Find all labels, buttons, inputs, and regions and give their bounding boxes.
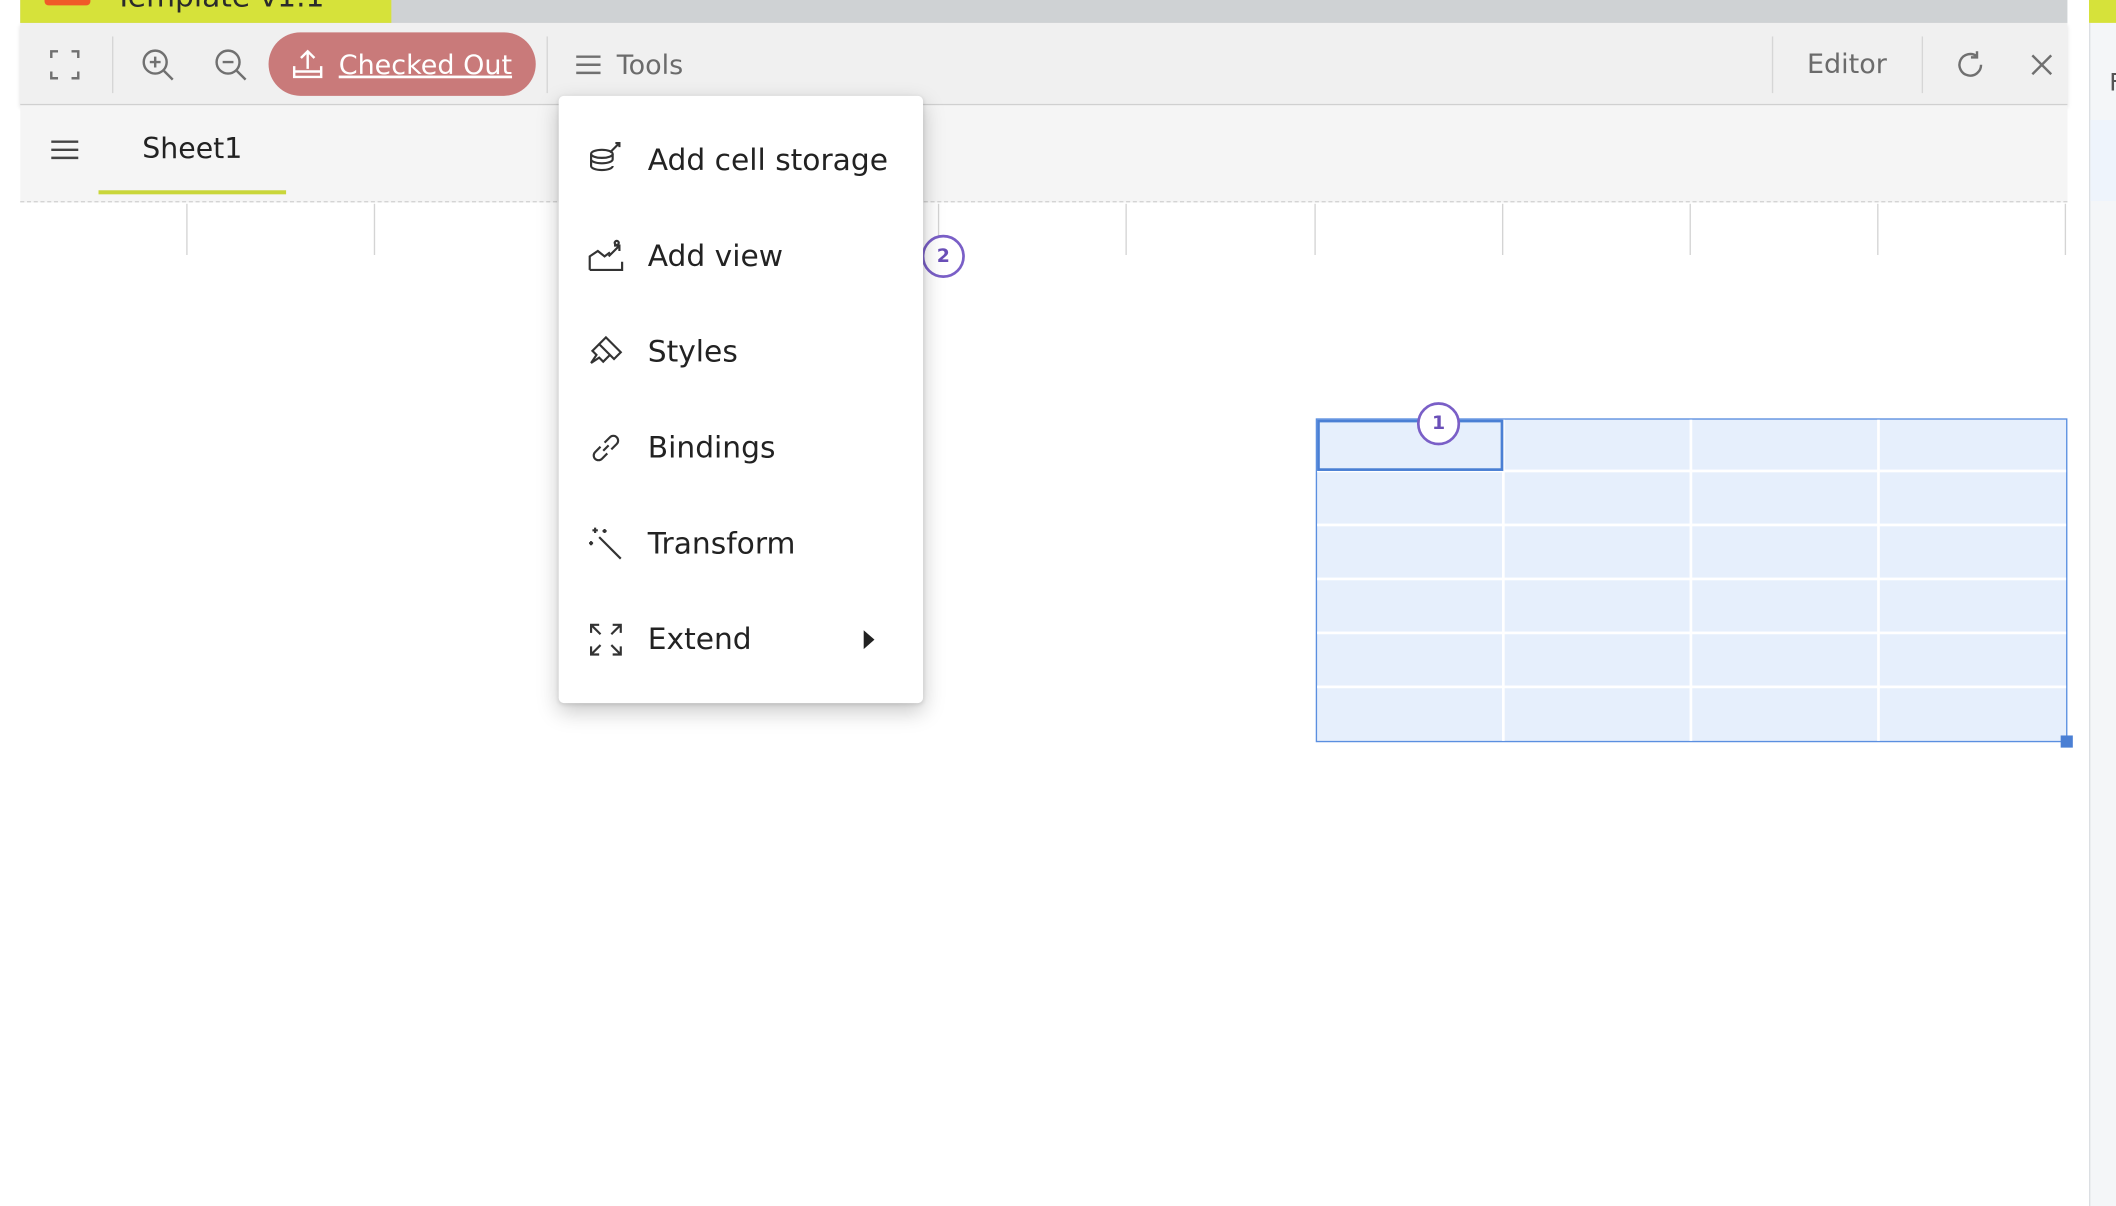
grid-row-line bbox=[1317, 523, 2067, 527]
grid-row-line bbox=[1317, 685, 2067, 689]
ruler-tick bbox=[1125, 203, 1127, 256]
add-view-icon bbox=[586, 236, 626, 276]
tools-dropdown-menu: Add cell storage Add view Styles Binding… bbox=[558, 95, 924, 704]
app-window: Template v1.1 F Checked Out bbox=[0, 0, 2116, 1206]
toolbar-separator bbox=[1921, 36, 1924, 94]
column-ruler bbox=[20, 203, 2067, 256]
annotation-badge-2: 2 bbox=[921, 234, 965, 278]
menu-item-transform[interactable]: Transform bbox=[559, 503, 923, 584]
toolbar-separator bbox=[112, 36, 114, 94]
ruler-tick bbox=[1501, 203, 1504, 256]
expand-icon bbox=[586, 619, 626, 659]
submenu-arrow-icon bbox=[863, 630, 875, 650]
tab-sheet1[interactable]: Sheet1 bbox=[98, 105, 287, 195]
refresh-button[interactable] bbox=[1943, 40, 1997, 89]
fullscreen-icon bbox=[50, 50, 80, 80]
menu-item-label: Transform bbox=[647, 526, 796, 561]
main-toolbar: Checked Out Tools Editor bbox=[20, 22, 2069, 106]
hamburger-icon bbox=[51, 140, 79, 160]
document-title: Template v1.1 bbox=[115, 0, 325, 15]
toolbar-separator bbox=[546, 36, 548, 94]
zoom-in-icon bbox=[142, 49, 174, 81]
sheet-tab-bar: Sheet1 bbox=[20, 105, 2068, 203]
document-tab[interactable]: Template v1.1 bbox=[20, 0, 392, 23]
styles-brush-icon bbox=[586, 332, 626, 372]
sheet-menu-button[interactable] bbox=[47, 132, 82, 167]
cell-storage-icon bbox=[586, 140, 626, 180]
tools-label: Tools bbox=[616, 48, 684, 81]
resize-handle[interactable] bbox=[2060, 735, 2073, 748]
ruler-tick bbox=[186, 203, 188, 256]
menu-item-label: Extend bbox=[647, 622, 752, 657]
zoom-in-button[interactable] bbox=[131, 40, 185, 89]
side-panel: F bbox=[2089, 22, 2116, 1206]
refresh-icon bbox=[1958, 51, 1983, 77]
side-panel-tab[interactable] bbox=[2089, 0, 2116, 23]
annotation-badge-1: 1 bbox=[1416, 402, 1461, 446]
tools-menu-button[interactable]: Tools bbox=[574, 40, 684, 89]
fullscreen-button[interactable] bbox=[38, 40, 92, 89]
title-bar: Template v1.1 bbox=[20, 0, 2068, 23]
menu-item-label: Bindings bbox=[647, 431, 776, 465]
side-panel-letter: F bbox=[2109, 69, 2116, 97]
toolbar-separator bbox=[1771, 36, 1774, 94]
ruler-tick bbox=[1314, 203, 1316, 256]
editor-mode-button[interactable]: Editor bbox=[1807, 47, 1887, 79]
selected-cell[interactable] bbox=[1317, 419, 1504, 471]
menu-item-label: Add cell storage bbox=[647, 143, 888, 178]
ruler-tick bbox=[2064, 203, 2067, 256]
zoom-out-button[interactable] bbox=[204, 40, 258, 89]
magic-wand-icon bbox=[586, 524, 626, 564]
checked-out-button[interactable]: Checked Out bbox=[268, 32, 536, 96]
checked-out-label: Checked Out bbox=[338, 47, 513, 81]
ruler-tick bbox=[373, 203, 376, 256]
zoom-out-icon bbox=[215, 49, 247, 81]
ruler-tick bbox=[1689, 203, 1691, 256]
menu-item-label: Styles bbox=[647, 335, 738, 370]
menu-item-add-view[interactable]: Add view bbox=[559, 216, 923, 297]
ruler-tick bbox=[1877, 203, 1879, 256]
link-icon bbox=[586, 428, 626, 468]
menu-item-label: Add view bbox=[647, 239, 784, 274]
upload-tray-icon bbox=[292, 48, 323, 78]
menu-item-bindings[interactable]: Bindings bbox=[559, 408, 923, 489]
close-button[interactable] bbox=[2015, 40, 2069, 89]
grid-row-line bbox=[1317, 631, 2067, 635]
menu-item-add-cell-storage[interactable]: Add cell storage bbox=[559, 120, 923, 201]
menu-item-styles[interactable]: Styles bbox=[559, 312, 923, 393]
side-panel-highlight bbox=[2090, 120, 2116, 202]
close-icon bbox=[2031, 54, 2053, 76]
table-grid[interactable] bbox=[1315, 418, 2073, 748]
grid-row-line bbox=[1317, 577, 2067, 581]
menu-lines-icon bbox=[576, 55, 601, 75]
menu-item-extend[interactable]: Extend bbox=[559, 599, 923, 680]
app-logo-icon bbox=[44, 0, 91, 6]
